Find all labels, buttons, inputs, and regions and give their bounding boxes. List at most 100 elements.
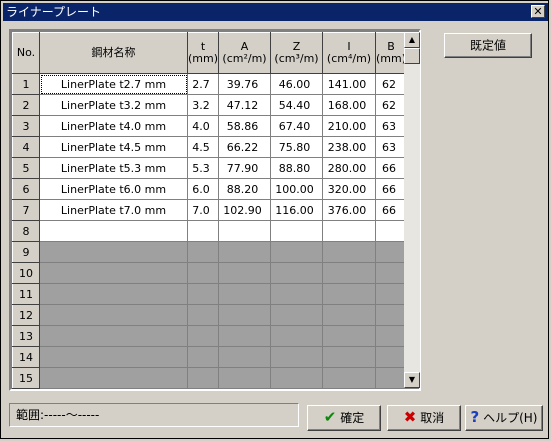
cell-b[interactable]: 63	[375, 136, 408, 158]
col-header-i[interactable]: I (cm⁴/m)	[322, 32, 377, 74]
empty-cell[interactable]	[218, 220, 272, 242]
cell-name[interactable]: LinerPlate t3.2 mm	[39, 94, 188, 116]
ok-button[interactable]: ✔ 確定	[307, 405, 381, 431]
empty-cell[interactable]	[375, 283, 408, 305]
table-row[interactable]: 7 LinerPlate t7.0 mm 7.0 102.90 116.00 376.00…	[12, 199, 408, 221]
col-header-a[interactable]: A (cm²/m)	[218, 32, 272, 74]
cell-i[interactable]: 210.00	[322, 115, 377, 137]
empty-cell[interactable]	[375, 304, 408, 326]
row-header[interactable]: 1	[12, 73, 40, 95]
table-row[interactable]: 1 LinerPlate t2.7 mm 2.7 39.76 46.00 141.00 62	[12, 73, 408, 95]
table-row[interactable]: 11	[12, 283, 408, 305]
cell-t[interactable]: 3.2	[186, 94, 220, 116]
cell-t[interactable]: 4.5	[186, 136, 220, 158]
empty-cell[interactable]	[375, 367, 408, 389]
empty-cell[interactable]	[322, 283, 377, 305]
empty-cell[interactable]	[375, 262, 408, 284]
cell-a[interactable]: 102.90	[218, 199, 272, 221]
col-header-t[interactable]: t (mm)	[186, 32, 220, 74]
empty-cell[interactable]	[39, 367, 188, 389]
table-row[interactable]: 15	[12, 367, 408, 389]
cell-a[interactable]: 66.22	[218, 136, 272, 158]
empty-cell[interactable]	[218, 241, 272, 263]
table-row[interactable]: 14	[12, 346, 408, 368]
cell-a[interactable]: 58.86	[218, 115, 272, 137]
cell-b[interactable]: 63	[375, 115, 408, 137]
empty-cell[interactable]	[322, 325, 377, 347]
empty-cell[interactable]	[39, 241, 188, 263]
cell-z[interactable]: 100.00	[270, 178, 324, 200]
empty-cell[interactable]	[322, 304, 377, 326]
empty-cell[interactable]	[375, 241, 408, 263]
empty-cell[interactable]	[322, 241, 377, 263]
col-header-b[interactable]: B (mm)	[375, 32, 408, 74]
table-row[interactable]: 5 LinerPlate t5.3 mm 5.3 77.90 88.80 280.00 66	[12, 157, 408, 179]
row-header[interactable]: 9	[12, 241, 40, 263]
cell-a[interactable]: 77.90	[218, 157, 272, 179]
scroll-down-arrow-icon[interactable]: ▼	[404, 372, 420, 388]
empty-cell[interactable]	[270, 262, 324, 284]
empty-cell[interactable]	[186, 304, 220, 326]
empty-cell[interactable]	[218, 304, 272, 326]
empty-cell[interactable]	[186, 283, 220, 305]
empty-cell[interactable]	[39, 283, 188, 305]
cell-b[interactable]: 62	[375, 94, 408, 116]
cell-a[interactable]: 39.76	[218, 73, 272, 95]
table-row[interactable]: 9	[12, 241, 408, 263]
cell-name[interactable]: LinerPlate t5.3 mm	[39, 157, 188, 179]
cell-i[interactable]: 376.00	[322, 199, 377, 221]
empty-cell[interactable]	[186, 262, 220, 284]
table-row[interactable]: 13	[12, 325, 408, 347]
empty-cell[interactable]	[322, 346, 377, 368]
row-header[interactable]: 14	[12, 346, 40, 368]
cell-z[interactable]: 116.00	[270, 199, 324, 221]
cell-i[interactable]: 141.00	[322, 73, 377, 95]
table-row[interactable]: 3 LinerPlate t4.0 mm 4.0 58.86 67.40 210.00 63	[12, 115, 408, 137]
empty-cell[interactable]	[186, 367, 220, 389]
row-header[interactable]: 7	[12, 199, 40, 221]
empty-cell[interactable]	[270, 220, 324, 242]
cell-b[interactable]: 62	[375, 73, 408, 95]
row-header[interactable]: 15	[12, 367, 40, 389]
cell-b[interactable]: 66	[375, 157, 408, 179]
col-header-no[interactable]: No.	[12, 32, 40, 74]
empty-cell[interactable]	[218, 346, 272, 368]
empty-cell[interactable]	[270, 241, 324, 263]
cell-b[interactable]: 66	[375, 178, 408, 200]
empty-cell[interactable]	[322, 262, 377, 284]
empty-cell[interactable]	[322, 220, 377, 242]
cell-i[interactable]: 280.00	[322, 157, 377, 179]
grid-vertical-scrollbar[interactable]: ▲ ▼	[404, 32, 420, 388]
empty-cell[interactable]	[270, 283, 324, 305]
empty-cell[interactable]	[186, 220, 220, 242]
empty-cell[interactable]	[186, 325, 220, 347]
empty-cell[interactable]	[270, 304, 324, 326]
empty-cell[interactable]	[39, 262, 188, 284]
col-header-name[interactable]: 鋼材名称	[39, 32, 188, 74]
row-header[interactable]: 13	[12, 325, 40, 347]
empty-cell[interactable]	[375, 220, 408, 242]
empty-cell[interactable]	[218, 283, 272, 305]
empty-cell[interactable]	[270, 325, 324, 347]
cancel-button[interactable]: ✖ 取消	[387, 405, 461, 431]
empty-cell[interactable]	[39, 304, 188, 326]
table-row[interactable]: 6 LinerPlate t6.0 mm 6.0 88.20 100.00 320.00 6…	[12, 178, 408, 200]
cell-t[interactable]: 6.0	[186, 178, 220, 200]
table-row[interactable]: 2 LinerPlate t3.2 mm 3.2 47.12 54.40 168.00 62	[12, 94, 408, 116]
row-header[interactable]: 2	[12, 94, 40, 116]
scroll-up-arrow-icon[interactable]: ▲	[404, 32, 420, 48]
cell-z[interactable]: 67.40	[270, 115, 324, 137]
help-button[interactable]: ? ヘルプ(H)	[465, 405, 543, 431]
cell-a[interactable]: 88.20	[218, 178, 272, 200]
empty-cell[interactable]	[39, 325, 188, 347]
empty-cell[interactable]	[218, 367, 272, 389]
default-values-button[interactable]: 既定値	[444, 33, 532, 58]
row-header[interactable]: 8	[12, 220, 40, 242]
cell-t[interactable]: 2.7	[186, 73, 220, 95]
empty-cell[interactable]	[218, 325, 272, 347]
cell-i[interactable]: 168.00	[322, 94, 377, 116]
empty-cell[interactable]	[375, 325, 408, 347]
row-header[interactable]: 10	[12, 262, 40, 284]
cell-z[interactable]: 75.80	[270, 136, 324, 158]
empty-cell[interactable]	[322, 367, 377, 389]
